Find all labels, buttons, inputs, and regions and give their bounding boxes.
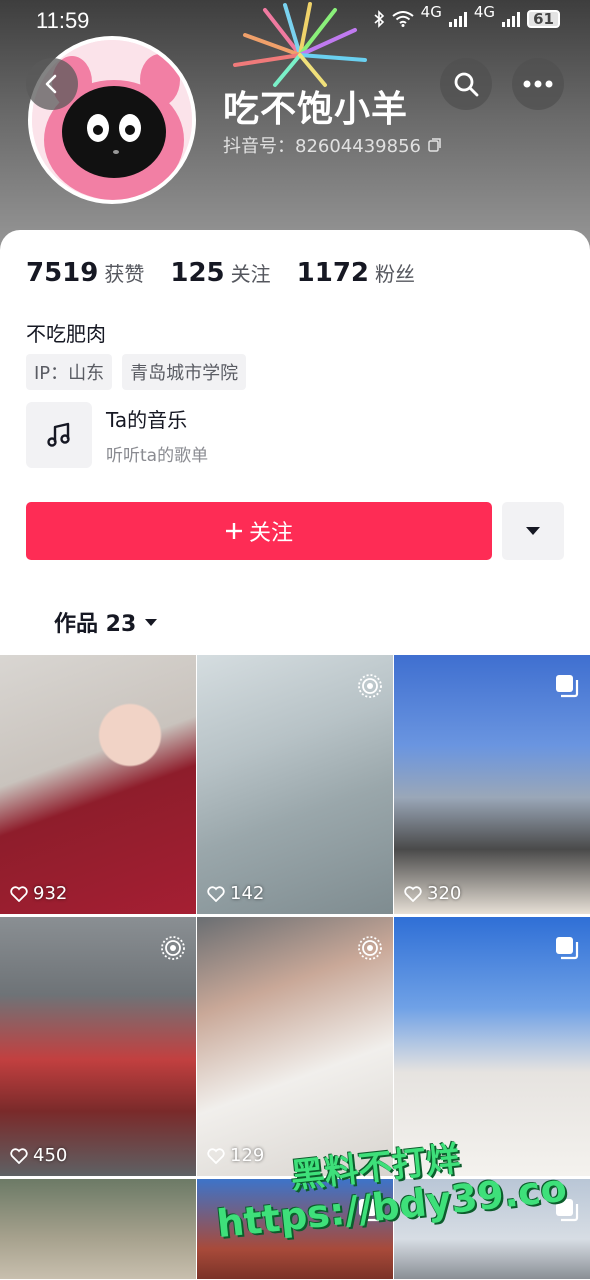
- search-button[interactable]: [440, 58, 492, 110]
- chevron-left-icon: [45, 74, 57, 94]
- live-photo-icon: [358, 936, 382, 960]
- heart-icon: [10, 885, 28, 902]
- profile-nickname: 吃不饱小羊: [223, 89, 409, 130]
- stat-following-value: 125: [170, 258, 225, 288]
- gallery-icon: [556, 675, 579, 698]
- status-icons: 4G 4G 61: [373, 3, 560, 28]
- music-title: Ta的音乐: [106, 408, 188, 432]
- search-icon: [454, 72, 479, 97]
- plus-icon: [225, 523, 242, 539]
- stat-likes-label: 获赞: [104, 262, 145, 286]
- more-icon: [523, 80, 553, 88]
- battery-icon: 61: [527, 10, 560, 28]
- profile-stats: 7519 获赞 125 关注 1172 粉丝: [26, 258, 415, 288]
- video-likes: 142: [207, 883, 264, 904]
- tab-works-label: 作品 23: [54, 612, 137, 637]
- douyin-id[interactable]: 抖音号：82604439856: [223, 132, 443, 158]
- more-button[interactable]: [512, 58, 564, 110]
- stat-followers-label: 粉丝: [375, 262, 416, 286]
- live-photo-icon: [358, 674, 382, 698]
- profile-tags: IP：山东 青岛城市学院: [26, 354, 247, 390]
- tab-works[interactable]: 作品 23: [54, 606, 158, 638]
- music-note-icon: [26, 402, 92, 468]
- network-type-label: 4G: [420, 3, 442, 21]
- video-likes: 129: [207, 1145, 264, 1166]
- video-thumbnail[interactable]: [394, 1179, 590, 1279]
- heart-icon: [404, 885, 422, 902]
- video-likes-count: 450: [33, 1145, 68, 1166]
- video-likes: 932: [10, 883, 67, 904]
- live-photo-icon: [161, 936, 185, 960]
- stat-likes-value: 7519: [26, 258, 99, 288]
- status-bar: 11:59 4G 4G 61: [0, 0, 590, 44]
- tag-ip-location: IP：山东: [26, 354, 113, 390]
- video-likes-count: 932: [33, 883, 68, 904]
- douyin-id-text: 抖音号：82604439856: [223, 136, 421, 157]
- gallery-icon: [359, 1199, 382, 1222]
- video-thumbnail[interactable]: 320: [394, 655, 590, 914]
- video-thumbnail[interactable]: [197, 1179, 393, 1279]
- back-button[interactable]: [26, 58, 78, 110]
- video-likes-count: 142: [230, 883, 265, 904]
- video-thumbnail[interactable]: 129: [197, 917, 393, 1176]
- status-time: 11:59: [36, 8, 90, 33]
- video-grid: 932 142 320 450 129: [0, 655, 590, 1279]
- stat-following-label: 关注: [230, 262, 271, 286]
- gallery-icon: [556, 937, 579, 960]
- follow-button-label: 关注: [248, 521, 293, 546]
- heart-icon: [207, 1147, 225, 1164]
- profile-header: 11:59 4G 4G 61 吃不饱小羊 抖音号：82604439856: [0, 0, 590, 260]
- music-text: Ta的音乐 听听ta的歌单: [106, 404, 208, 466]
- video-thumbnail[interactable]: [394, 917, 590, 1176]
- signal-icon: [448, 11, 467, 27]
- video-thumbnail[interactable]: 142: [197, 655, 393, 914]
- stat-likes[interactable]: 7519 获赞: [26, 258, 144, 288]
- video-thumbnail[interactable]: [0, 1179, 196, 1279]
- heart-icon: [207, 885, 225, 902]
- network-type-label-2: 4G: [473, 3, 495, 21]
- recommend-dropdown-button[interactable]: [502, 502, 564, 560]
- gallery-icon: [556, 1199, 579, 1222]
- video-likes-count: 129: [230, 1145, 265, 1166]
- profile-bio: 不吃肥肉: [26, 322, 106, 346]
- video-thumbnail[interactable]: 932: [0, 655, 196, 914]
- video-likes: 320: [404, 883, 461, 904]
- tag-school[interactable]: 青岛城市学院: [122, 354, 247, 390]
- music-entry[interactable]: Ta的音乐 听听ta的歌单: [26, 402, 208, 468]
- video-likes: 450: [10, 1145, 67, 1166]
- stat-followers[interactable]: 1172 粉丝: [297, 258, 415, 288]
- stat-following[interactable]: 125 关注: [170, 258, 270, 288]
- wifi-icon: [392, 11, 414, 27]
- video-likes-count: 320: [427, 883, 462, 904]
- caret-down-icon: [145, 618, 158, 626]
- music-subtitle: 听听ta的歌单: [106, 446, 209, 466]
- heart-icon: [10, 1147, 28, 1164]
- video-thumbnail[interactable]: 450: [0, 917, 196, 1176]
- follow-button[interactable]: 关注: [26, 502, 492, 560]
- stat-followers-value: 1172: [296, 258, 370, 288]
- signal-icon-2: [502, 11, 520, 27]
- copy-icon[interactable]: [427, 137, 443, 153]
- caret-down-icon: [526, 527, 540, 535]
- bluetooth-icon: [374, 10, 384, 28]
